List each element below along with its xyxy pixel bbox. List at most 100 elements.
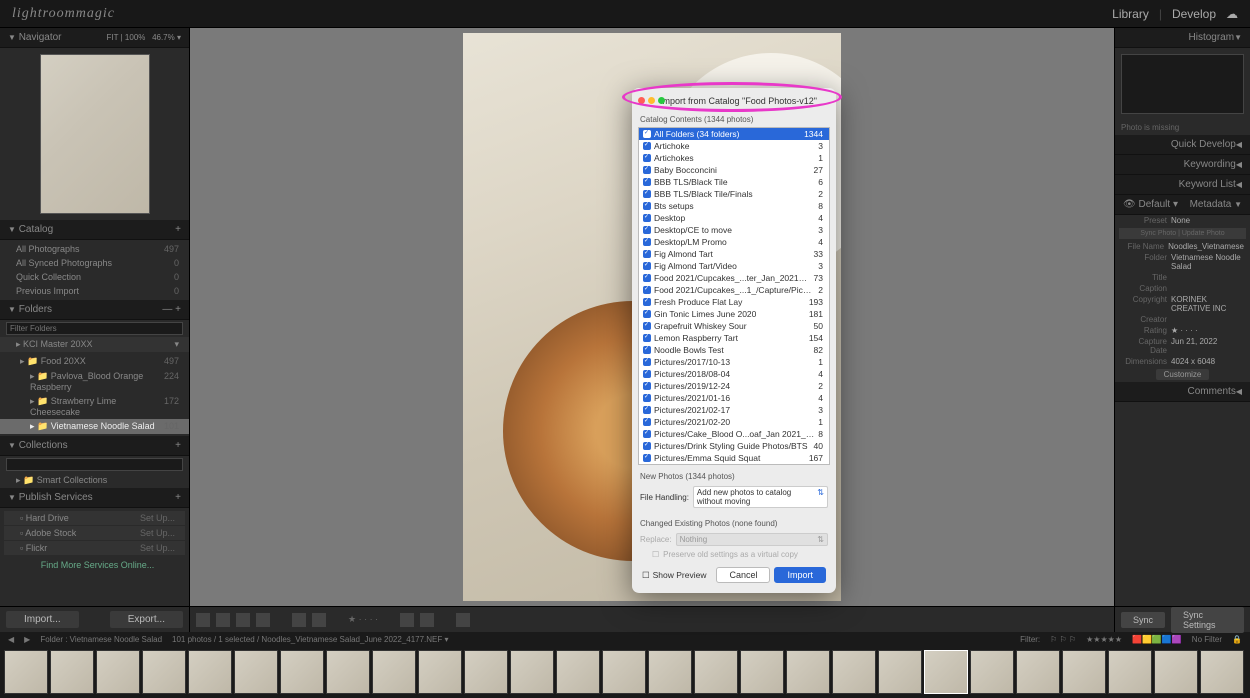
grid-view-icon[interactable] <box>196 613 210 627</box>
no-filter-label[interactable]: No Filter <box>1192 635 1222 644</box>
metadata-field[interactable]: FolderVietnamese Noodle Salad <box>1115 252 1250 272</box>
nav-fwd-icon[interactable]: ▶ <box>24 635 30 644</box>
file-handling-select[interactable]: Add new photos to catalog without moving… <box>693 486 828 508</box>
publish-header[interactable]: ▼ Publish Services+ <box>0 488 189 508</box>
dialog-folder-row[interactable]: Fig Almond Tart33 <box>639 248 829 260</box>
filmstrip-thumb[interactable] <box>50 650 94 694</box>
survey-view-icon[interactable] <box>256 613 270 627</box>
histogram-header[interactable]: Histogram ▼ <box>1115 28 1250 48</box>
slideshow-icon[interactable] <box>456 613 470 627</box>
checkbox-icon[interactable] <box>643 454 651 462</box>
dialog-folder-row[interactable]: Bts setups8 <box>639 200 829 212</box>
dialog-folder-row[interactable]: Fresh Produce Flat Lay193 <box>639 296 829 308</box>
zoom-icon[interactable] <box>658 97 665 104</box>
publish-service[interactable]: ▫ FlickrSet Up... <box>4 541 185 555</box>
metadata-preset[interactable]: None <box>1171 216 1244 225</box>
checkbox-icon[interactable] <box>643 382 651 390</box>
catalog-header[interactable]: ▼ Catalog+ <box>0 220 189 240</box>
flag-icon[interactable] <box>292 613 306 627</box>
checkbox-icon[interactable] <box>643 226 651 234</box>
cloud-icon[interactable]: ☁ <box>1226 7 1238 21</box>
publish-service[interactable]: ▫ Hard DriveSet Up... <box>4 511 185 525</box>
checkbox-icon[interactable] <box>643 430 651 438</box>
filmstrip-thumb[interactable] <box>234 650 278 694</box>
nav-back-icon[interactable]: ◀ <box>8 635 14 644</box>
checkbox-icon[interactable] <box>643 442 651 450</box>
metadata-field[interactable]: File NameNoodles_Vietnamese <box>1115 241 1250 252</box>
collections-header[interactable]: ▼ Collections+ <box>0 436 189 456</box>
publish-service[interactable]: ▫ Adobe StockSet Up... <box>4 526 185 540</box>
navigator-thumbnail[interactable] <box>40 54 150 214</box>
filmstrip-thumb[interactable] <box>326 650 370 694</box>
metadata-field[interactable]: Creator <box>1115 314 1250 325</box>
filmstrip-thumb[interactable] <box>1154 650 1198 694</box>
dialog-folder-row[interactable]: Pictures/Drink Styling Guide Photos/BTS4… <box>639 440 829 452</box>
dialog-folder-row[interactable]: Pictures/Cake_Blood O...oaf_Jan 2021_/Ca… <box>639 428 829 440</box>
checkbox-icon[interactable] <box>643 298 651 306</box>
customize-button[interactable]: Customize <box>1156 369 1210 380</box>
cancel-button[interactable]: Cancel <box>716 567 770 583</box>
filter-lock-icon[interactable]: 🔒 <box>1232 635 1242 644</box>
dialog-folder-row[interactable]: Pictures/2021/02-173 <box>639 404 829 416</box>
collection-filter-input[interactable] <box>6 458 183 471</box>
checkbox-icon[interactable] <box>643 202 651 210</box>
filmstrip-thumb[interactable] <box>786 650 830 694</box>
find-services-link[interactable]: Find More Services Online... <box>0 558 189 572</box>
checkbox-icon[interactable] <box>643 238 651 246</box>
metadata-field[interactable]: Rating★ · · · · <box>1115 325 1250 336</box>
catalog-item[interactable]: Previous Import0 <box>0 284 189 298</box>
import-button[interactable]: Import... <box>6 611 79 628</box>
filmstrip-thumb[interactable] <box>924 650 968 694</box>
nav-develop[interactable]: Develop <box>1172 7 1216 21</box>
filmstrip-thumb[interactable] <box>694 650 738 694</box>
show-preview-checkbox[interactable]: ☐ Show Preview <box>642 570 706 581</box>
filmstrip-thumb[interactable] <box>602 650 646 694</box>
folder-item[interactable]: ▸ 📁 Pavlova_Blood Orange Raspberry224 <box>0 369 189 394</box>
dialog-folder-row[interactable]: Noodle Bowls Test82 <box>639 344 829 356</box>
dialog-folder-row[interactable]: Food 2021/Cupcakes_...ter_Jan_2021_/Capt… <box>639 272 829 284</box>
navigator-header[interactable]: ▼ Navigator FIT | 100% 46.7% ▾ <box>0 28 189 48</box>
filmstrip-thumb[interactable] <box>1062 650 1106 694</box>
checkbox-icon[interactable] <box>643 286 651 294</box>
all-folders-row[interactable]: All Folders (34 folders) 1344 <box>639 128 829 140</box>
dialog-folder-row[interactable]: Baby Bocconcini27 <box>639 164 829 176</box>
reject-icon[interactable] <box>312 613 326 627</box>
filmstrip-thumb[interactable] <box>280 650 324 694</box>
metadata-field[interactable]: Title <box>1115 272 1250 283</box>
filmstrip-thumb[interactable] <box>96 650 140 694</box>
dialog-folder-row[interactable]: Pictures/Emma Squid Squat167 <box>639 452 829 464</box>
nav-library[interactable]: Library <box>1112 7 1149 21</box>
checkbox-icon[interactable] <box>643 346 651 354</box>
checkbox-icon[interactable] <box>643 370 651 378</box>
filmstrip-thumb[interactable] <box>878 650 922 694</box>
dialog-folder-row[interactable]: Pictures/2017/10-131 <box>639 356 829 368</box>
minimize-icon[interactable] <box>648 97 655 104</box>
filmstrip-thumb[interactable] <box>418 650 462 694</box>
smart-collections[interactable]: ▸ 📁 Smart Collections <box>0 473 189 488</box>
checkbox-icon[interactable] <box>643 178 651 186</box>
filmstrip[interactable] <box>0 646 1250 698</box>
dialog-folder-row[interactable]: Fig Almond Tart/Video3 <box>639 260 829 272</box>
dialog-folder-row[interactable]: Desktop4 <box>639 212 829 224</box>
filmstrip-thumb[interactable] <box>142 650 186 694</box>
checkbox-icon[interactable] <box>643 262 651 270</box>
rotate-left-icon[interactable] <box>400 613 414 627</box>
filmstrip-thumb[interactable] <box>1200 650 1244 694</box>
filmstrip-thumb[interactable] <box>556 650 600 694</box>
filmstrip-thumb[interactable] <box>1016 650 1060 694</box>
checkbox-icon[interactable] <box>643 322 651 330</box>
keyword-list-header[interactable]: Keyword List ◀ <box>1115 175 1250 195</box>
filmstrip-thumb[interactable] <box>372 650 416 694</box>
rating-stars[interactable]: ★ · · · · <box>348 614 378 625</box>
filter-stars[interactable]: ★★★★★ <box>1086 635 1122 644</box>
catalog-item[interactable]: Quick Collection0 <box>0 270 189 284</box>
dialog-folder-row[interactable]: Pictures/2021/02-201 <box>639 416 829 428</box>
sync-settings-button[interactable]: Sync Settings <box>1171 607 1244 633</box>
dialog-folder-row[interactable]: BBB TLS/Black Tile6 <box>639 176 829 188</box>
metadata-field[interactable]: CopyrightKORINEK CREATIVE INC <box>1115 294 1250 314</box>
checkbox-icon[interactable] <box>643 154 651 162</box>
filmstrip-thumb[interactable] <box>832 650 876 694</box>
checkbox-icon[interactable] <box>643 142 651 150</box>
folder-item[interactable]: ▸ 📁 Food 20XX497 <box>0 354 189 369</box>
filter-colors[interactable]: 🟥🟨🟩🟦🟪 <box>1132 635 1182 644</box>
